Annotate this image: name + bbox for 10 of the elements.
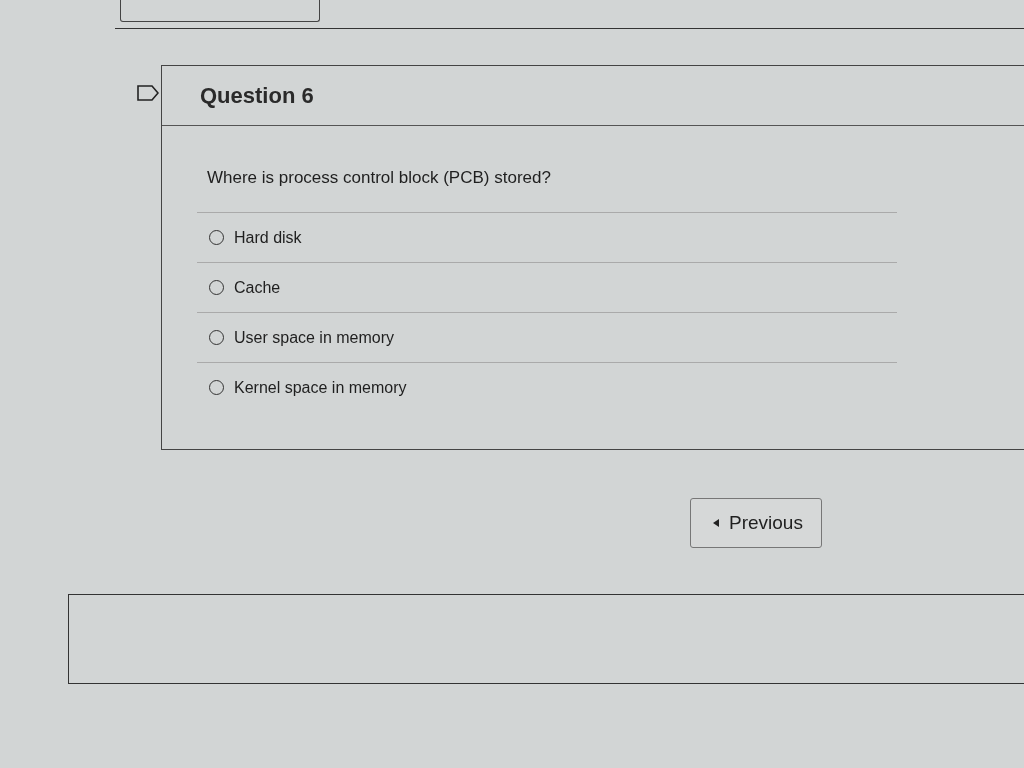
previous-button[interactable]: Previous [690, 498, 822, 548]
flag-icon[interactable] [137, 85, 159, 101]
question-title: Question 6 [200, 82, 314, 109]
answer-option[interactable]: Kernel space in memory [197, 362, 897, 412]
left-triangle-icon [713, 519, 719, 527]
partial-button[interactable] [120, 0, 320, 22]
answer-option[interactable]: User space in memory [197, 312, 897, 362]
answer-option[interactable]: Hard disk [197, 212, 897, 262]
question-text: Where is process control block (PCB) stored? [207, 168, 552, 188]
answer-option[interactable]: Cache [197, 262, 897, 312]
